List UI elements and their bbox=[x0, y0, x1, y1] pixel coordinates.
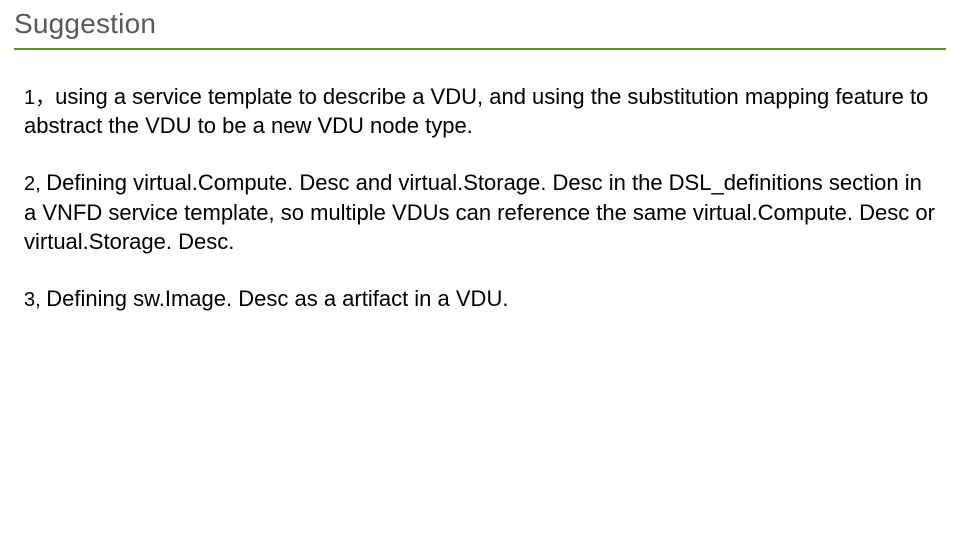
item-text: using a service template to describe a V… bbox=[24, 84, 928, 138]
slide: Suggestion 1，using a service template to… bbox=[0, 0, 960, 540]
slide-body: 1，using a service template to describe a… bbox=[0, 50, 960, 313]
slide-title: Suggestion bbox=[0, 0, 960, 48]
item-text: Defining sw.Image. Desc as a artifact in… bbox=[46, 286, 508, 311]
list-item: 2, Defining virtual.Compute. Desc and vi… bbox=[24, 168, 936, 255]
list-item: 3, Defining sw.Image. Desc as a artifact… bbox=[24, 284, 936, 313]
item-number: 1， bbox=[24, 87, 55, 109]
list-item: 1，using a service template to describe a… bbox=[24, 82, 936, 140]
item-text: Defining virtual.Compute. Desc and virtu… bbox=[24, 170, 935, 253]
item-number: 3, bbox=[24, 289, 46, 311]
item-number: 2, bbox=[24, 173, 46, 195]
